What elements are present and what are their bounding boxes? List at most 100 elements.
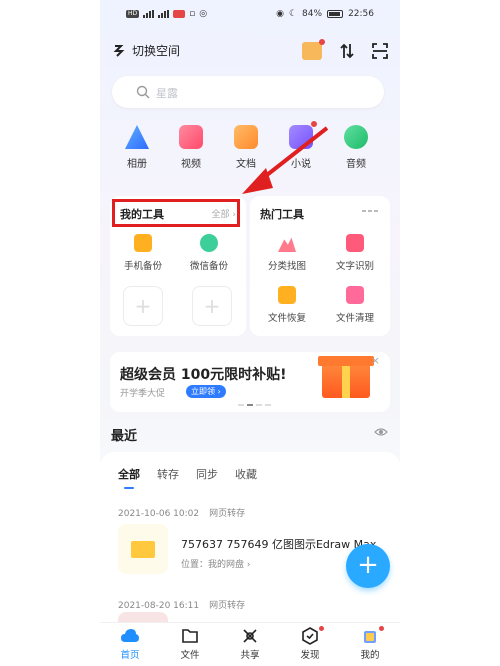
cleanup-icon: [346, 286, 364, 304]
document-icon: [234, 125, 258, 149]
tab-label: 发现: [300, 650, 320, 661]
phone-backup-icon: [134, 234, 152, 252]
category-label: 音频: [346, 159, 366, 170]
novel-icon: [289, 121, 317, 149]
eye-comfort-icon: ◉: [276, 9, 284, 19]
folder-outline-icon: [182, 629, 198, 643]
category-label: 文档: [236, 159, 256, 170]
transfer-icon[interactable]: [340, 43, 354, 59]
phone-screen: HD ▫ ◎ ◉ ☾ 84% 22:56 切换空间 星露 相册 视频 文档 小说…: [100, 0, 400, 666]
tab-home[interactable]: 首页: [110, 627, 150, 661]
tab-share[interactable]: 共享: [230, 627, 270, 661]
category-photos[interactable]: 相册: [113, 125, 161, 170]
eye-icon[interactable]: [374, 427, 388, 437]
clock: 22:56: [348, 9, 374, 19]
tab-sync[interactable]: 同步: [196, 466, 218, 482]
location-label: 位置：我的网盘: [181, 560, 245, 570]
wechat-backup-icon: [200, 234, 218, 252]
upload-fab-button[interactable]: +: [346, 544, 390, 588]
carousel-dots: [238, 404, 271, 406]
close-icon[interactable]: ×: [371, 354, 380, 367]
category-documents[interactable]: 文档: [222, 125, 270, 170]
tab-files[interactable]: 文件: [170, 627, 210, 661]
tool-label: 手机备份: [123, 261, 162, 272]
search-input[interactable]: 星露: [112, 76, 384, 108]
app-badge-icon: [173, 10, 186, 18]
signal-icon: [143, 10, 155, 18]
battery-percent: 84%: [302, 9, 323, 19]
hot-tools-card: 热门工具 分类找图 文字识别 文件恢复 文件清理: [250, 196, 390, 336]
tab-all[interactable]: 全部: [118, 466, 140, 489]
entry-action: 网页转存: [209, 601, 246, 611]
notification-dot: [379, 626, 384, 631]
mountain-icon: [278, 237, 296, 252]
hd-badge: HD: [126, 10, 140, 18]
category-videos[interactable]: 视频: [167, 125, 215, 170]
recent-filter-tabs: 全部 转存 同步 收藏: [118, 466, 257, 489]
annotation-highlight-box: [112, 199, 240, 227]
video-icon: [179, 125, 203, 149]
category-novels[interactable]: 小说: [277, 121, 325, 170]
tab-discover[interactable]: 发现: [290, 626, 330, 661]
file-location[interactable]: 位置：我的网盘 ›: [181, 557, 250, 570]
entry-date: 2021-08-20 16:11: [118, 601, 200, 611]
gift-box-icon: [318, 356, 374, 398]
claim-label: 立即领: [191, 387, 215, 396]
share-icon: [243, 629, 257, 643]
file-thumbnail[interactable]: [118, 524, 168, 574]
status-right: ◉ ☾ 84% 22:56: [276, 9, 374, 19]
category-label: 相册: [127, 159, 147, 170]
tool-classify-images[interactable]: 分类找图: [256, 234, 318, 272]
battery-icon: [327, 10, 344, 18]
add-tool-slot[interactable]: +: [192, 286, 232, 326]
signal-icon-2: [158, 10, 170, 18]
switch-space-button[interactable]: 切换空间: [112, 42, 180, 59]
tool-text-recognition[interactable]: 文字识别: [324, 234, 386, 272]
tab-saved[interactable]: 转存: [157, 466, 179, 482]
recovery-icon: [278, 286, 296, 304]
discover-icon: [302, 627, 318, 645]
avatar-icon: [364, 631, 376, 643]
category-label: 小说: [291, 159, 311, 170]
tab-me[interactable]: 我的: [350, 626, 390, 661]
category-label: 视频: [181, 159, 201, 170]
search-icon: [136, 85, 150, 99]
top-actions: [302, 39, 388, 60]
message-icon: ▫: [189, 9, 196, 19]
tab-favorites[interactable]: 收藏: [235, 466, 257, 482]
notify-icon: ◎: [199, 9, 208, 19]
folder-icon: [131, 541, 155, 558]
category-audio[interactable]: 音频: [332, 125, 380, 170]
tool-label: 分类找图: [267, 261, 306, 272]
add-tool-slot[interactable]: +: [123, 286, 163, 326]
top-bar: 切换空间: [112, 39, 388, 62]
tool-wechat-backup[interactable]: 微信备份: [178, 234, 240, 272]
photos-icon: [125, 125, 149, 149]
scan-icon[interactable]: [372, 43, 388, 59]
hot-tools-title: 热门工具: [260, 208, 304, 221]
tab-label: 文件: [180, 650, 200, 661]
entry-meta: 2021-08-20 16:11 网页转存: [118, 598, 245, 611]
promo-banner[interactable]: 超级会员 100元限时补贴! 开学季大促 立即领 › ×: [110, 352, 390, 412]
banner-claim-button[interactable]: 立即领 ›: [186, 385, 226, 398]
page-indicator: [362, 210, 378, 212]
gift-icon[interactable]: [302, 39, 325, 60]
switch-icon: [113, 44, 125, 57]
tab-label: 共享: [240, 650, 260, 661]
tool-label: 文件清理: [335, 313, 374, 324]
entry-date: 2021-10-06 10:02: [118, 509, 200, 519]
switch-space-label: 切换空间: [132, 44, 181, 58]
status-bar: HD ▫ ◎ ◉ ☾ 84% 22:56: [100, 6, 400, 24]
bottom-tab-bar: 首页 文件 共享 发现 我的: [100, 622, 400, 666]
entry-action: 网页转存: [209, 509, 246, 519]
recent-title: 最近: [111, 429, 138, 444]
file-name[interactable]: 757637 757649 亿图图示Edraw Max: [181, 536, 376, 552]
tool-label: 文字识别: [335, 261, 374, 272]
audio-icon: [344, 125, 368, 149]
moon-icon: ☾: [288, 9, 298, 19]
tab-label: 我的: [360, 650, 380, 661]
status-left: HD ▫ ◎: [126, 9, 207, 19]
tool-file-recovery[interactable]: 文件恢复: [256, 286, 318, 324]
tool-file-cleanup[interactable]: 文件清理: [324, 286, 386, 324]
tool-phone-backup[interactable]: 手机备份: [112, 234, 174, 272]
